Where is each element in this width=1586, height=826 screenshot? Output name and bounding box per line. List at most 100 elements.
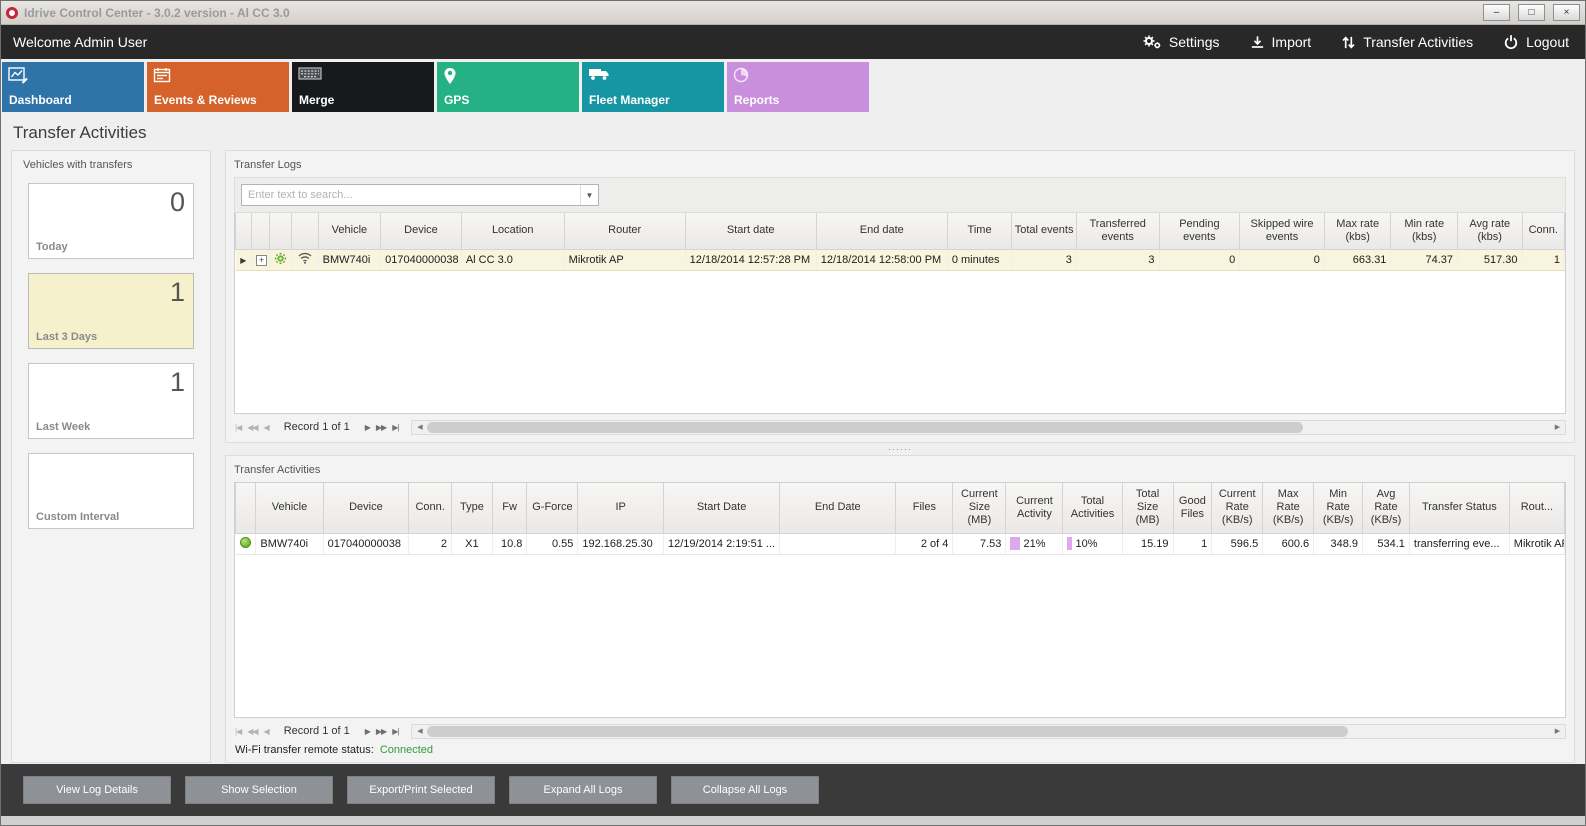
col-g-force[interactable]: G-Force (527, 483, 578, 533)
col-pending-events[interactable]: Pending events (1159, 213, 1240, 249)
cell-total-events: 3 (1012, 249, 1077, 270)
cell-max-rate: 663.31 (1324, 249, 1391, 270)
pager-first-icon[interactable]: |◀ (234, 727, 242, 736)
pager-next-page-icon[interactable]: ▶▶ (375, 423, 387, 432)
filter-card-custom-interval[interactable]: Custom Interval (28, 453, 194, 529)
activities-empty-area (235, 555, 1565, 718)
col-max-rate[interactable]: Max rate (kbs) (1324, 213, 1391, 249)
col-current-size[interactable]: Current Size (MB) (953, 483, 1006, 533)
scrollbar-thumb[interactable] (427, 422, 1303, 433)
cell-location: Al CC 3.0 (461, 249, 564, 270)
pager-prev-page-icon[interactable]: ◀◀ (246, 423, 258, 432)
combo-dropdown-icon[interactable]: ▼ (580, 185, 598, 205)
col-transferred-events[interactable]: Transferred events (1076, 213, 1159, 249)
col-fw[interactable]: Fw (492, 483, 527, 533)
col-ip[interactable]: IP (578, 483, 664, 533)
expand-all-logs-button[interactable]: Expand All Logs (509, 776, 657, 804)
topbar-actions: Settings Import Transfer Activities (1142, 34, 1573, 50)
col-start-date[interactable]: Start Date (664, 483, 780, 533)
col-current-activity[interactable]: Current Activity (1006, 483, 1063, 533)
col-type[interactable]: Type (452, 483, 493, 533)
col-good-files[interactable]: Good Files (1173, 483, 1212, 533)
tab-gps[interactable]: GPS (437, 62, 579, 112)
tab-events-reviews[interactable]: Events & Reviews (147, 62, 289, 112)
filter-card-today[interactable]: 0 Today (28, 183, 194, 259)
footer: View Log Details Show Selection Export/P… (1, 764, 1585, 825)
col-location[interactable]: Location (461, 213, 564, 249)
col-transfer-status[interactable]: Transfer Status (1409, 483, 1509, 533)
minimize-button[interactable]: – (1483, 4, 1510, 21)
tab-merge[interactable]: Merge (292, 62, 434, 112)
col-conn[interactable]: Conn. (1522, 213, 1564, 249)
settings-button[interactable]: Settings (1142, 34, 1220, 50)
expand-row-button[interactable]: + (256, 255, 267, 266)
col-total-activities[interactable]: Total Activities (1063, 483, 1122, 533)
pager-next-icon[interactable]: ▶ (364, 423, 371, 432)
cell-end-date (780, 533, 896, 554)
logs-table-row[interactable]: ▶ + (236, 249, 1565, 270)
scroll-left-icon[interactable]: ◀ (412, 727, 427, 735)
power-icon (1503, 34, 1519, 50)
col-router[interactable]: Router (564, 213, 685, 249)
col-min-rate[interactable]: Min Rate (KB/s) (1314, 483, 1363, 533)
logs-header-row: Vehicle Device Location Router Start dat… (236, 213, 1565, 249)
pager-first-icon[interactable]: |◀ (234, 423, 242, 432)
filter-card-last-3-days[interactable]: 1 Last 3 Days (28, 273, 194, 349)
pager-last-icon[interactable]: ▶| (391, 423, 399, 432)
col-device[interactable]: Device (323, 483, 409, 533)
show-selection-button[interactable]: Show Selection (185, 776, 333, 804)
maximize-button[interactable]: □ (1518, 4, 1545, 21)
col-skipped-wire-events[interactable]: Skipped wire events (1240, 213, 1325, 249)
filter-card-last-week[interactable]: 1 Last Week (28, 363, 194, 439)
logs-search-combo: ▼ (241, 184, 599, 206)
col-vehicle[interactable]: Vehicle (256, 483, 323, 533)
cell-router: Mikrotik AP (1509, 533, 1564, 554)
tab-dashboard[interactable]: Dashboard (2, 62, 144, 112)
cell-start-date: 12/19/2014 2:19:51 ... (664, 533, 780, 554)
col-avg-rate[interactable]: Avg rate (kbs) (1457, 213, 1522, 249)
col-total-events[interactable]: Total events (1012, 213, 1077, 249)
logs-horizontal-scrollbar[interactable]: ◀ ▶ (411, 420, 1566, 435)
scroll-left-icon[interactable]: ◀ (412, 423, 427, 431)
col-files[interactable]: Files (896, 483, 953, 533)
pager-last-icon[interactable]: ▶| (391, 727, 399, 736)
col-end-date[interactable]: End date (816, 213, 947, 249)
pager-prev-icon[interactable]: ◀ (263, 727, 270, 736)
today-count: 0 (170, 187, 185, 218)
pager-next-page-icon[interactable]: ▶▶ (375, 727, 387, 736)
collapse-all-logs-button[interactable]: Collapse All Logs (671, 776, 819, 804)
pager-prev-icon[interactable]: ◀ (263, 423, 270, 432)
progress-label: 10% (1072, 538, 1097, 550)
pager-prev-page-icon[interactable]: ◀◀ (246, 727, 258, 736)
col-time[interactable]: Time (947, 213, 1012, 249)
view-log-details-button[interactable]: View Log Details (23, 776, 171, 804)
import-button[interactable]: Import (1250, 34, 1312, 50)
export-print-selected-button[interactable]: Export/Print Selected (347, 776, 495, 804)
transfer-activities-button[interactable]: Transfer Activities (1341, 34, 1473, 50)
scroll-right-icon[interactable]: ▶ (1550, 727, 1565, 735)
col-current-rate[interactable]: Current Rate (KB/s) (1212, 483, 1263, 533)
tab-reports[interactable]: Reports (727, 62, 869, 112)
col-max-rate[interactable]: Max Rate (KB/s) (1263, 483, 1314, 533)
logout-button[interactable]: Logout (1503, 34, 1569, 50)
col-avg-rate[interactable]: Avg Rate (KB/s) (1363, 483, 1410, 533)
col-conn[interactable]: Conn. (409, 483, 452, 533)
pager-next-icon[interactable]: ▶ (364, 727, 371, 736)
activities-horizontal-scrollbar[interactable]: ◀ ▶ (411, 724, 1566, 739)
close-button[interactable]: × (1553, 4, 1580, 21)
tab-fleet-manager[interactable]: Fleet Manager (582, 62, 724, 112)
splitter-handle[interactable]: ······ (225, 443, 1575, 455)
col-device[interactable]: Device (381, 213, 462, 249)
map-pin-icon (443, 67, 457, 88)
search-input[interactable] (242, 185, 580, 205)
col-min-rate[interactable]: Min rate (kbs) (1391, 213, 1458, 249)
col-vehicle[interactable]: Vehicle (318, 213, 381, 249)
activities-table-row[interactable]: BMW740i 017040000038 2 X1 10.8 0.55 192.… (236, 533, 1565, 554)
col-router[interactable]: Rout... (1509, 483, 1564, 533)
col-start-date[interactable]: Start date (685, 213, 816, 249)
scroll-right-icon[interactable]: ▶ (1550, 423, 1565, 431)
col-end-date[interactable]: End Date (780, 483, 896, 533)
scrollbar-thumb[interactable] (427, 726, 1347, 737)
col-total-size[interactable]: Total Size (MB) (1122, 483, 1173, 533)
cell-type: X1 (452, 533, 493, 554)
